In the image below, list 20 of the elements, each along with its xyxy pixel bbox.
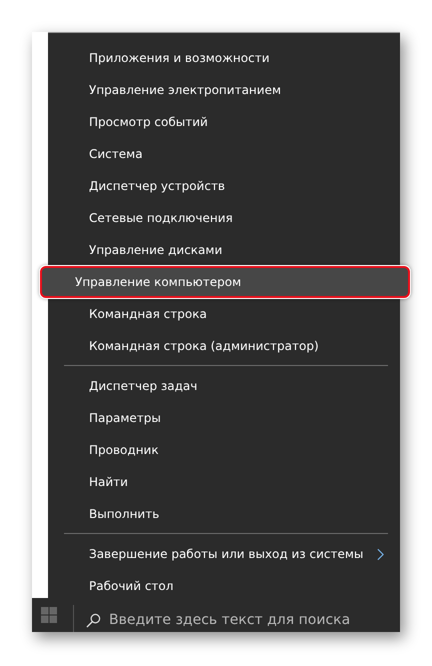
- menu-item[interactable]: Управление электропитанием: [52, 74, 396, 106]
- search-icon: [86, 612, 101, 628]
- menu-item[interactable]: Управление компьютером: [40, 266, 410, 298]
- menu-item[interactable]: Командная строка: [52, 298, 396, 330]
- menu-item[interactable]: Командная строка (администратор): [52, 330, 396, 362]
- menu-item[interactable]: Просмотр событий: [52, 106, 396, 138]
- menu-item[interactable]: Система: [52, 138, 396, 170]
- menu-item[interactable]: Сетевые подключения: [52, 202, 396, 234]
- search-field[interactable]: Введите здесь текст для поиска: [73, 598, 400, 632]
- menu-item[interactable]: Найти: [52, 466, 396, 498]
- menu-item[interactable]: Выполнить: [52, 498, 396, 530]
- menu-item[interactable]: Диспетчер устройств: [52, 170, 396, 202]
- menu-item[interactable]: Проводник: [52, 434, 396, 466]
- menu-item[interactable]: Диспетчер задач: [52, 370, 396, 402]
- chevron-right-icon: [377, 548, 384, 560]
- menu-item[interactable]: Параметры: [52, 402, 396, 434]
- windows-logo-icon[interactable]: [41, 607, 57, 623]
- menu-item[interactable]: Управление дисками: [52, 234, 396, 266]
- menu-item[interactable]: Приложения и возможности: [52, 42, 396, 74]
- menu-item[interactable]: Завершение работы или выход из системы: [52, 538, 396, 570]
